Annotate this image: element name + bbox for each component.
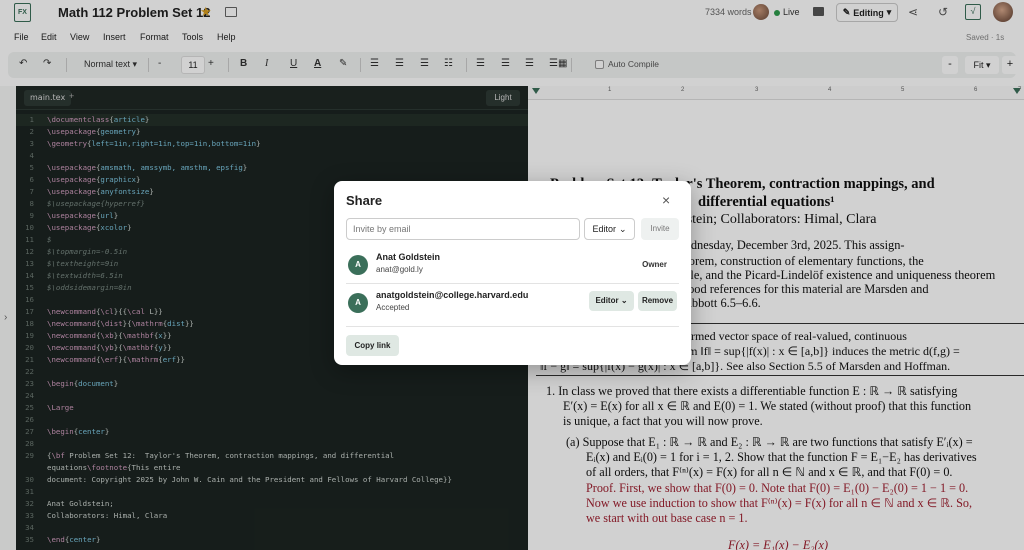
member-role-label: Editor — [595, 296, 619, 305]
member-email: anat@gold.ly — [376, 265, 423, 274]
invite-role-select[interactable]: Editor ⌄ — [584, 218, 635, 240]
chevron-down-icon: ⌄ — [618, 223, 627, 234]
close-icon[interactable]: × — [662, 192, 670, 208]
invite-role-label: Editor — [592, 224, 616, 234]
member-avatar: A — [348, 255, 368, 275]
copy-link-button[interactable]: Copy link — [346, 335, 399, 356]
share-dialog: Share × Editor ⌄ Invite A Anat Goldstein… — [334, 181, 691, 365]
remove-member-button[interactable]: Remove — [638, 291, 677, 311]
member-row-owner: A Anat Goldstein anat@gold.ly Owner — [346, 246, 679, 282]
member-role-select[interactable]: Editor ⌄ — [589, 291, 634, 311]
member-avatar: A — [348, 293, 368, 313]
row-divider — [346, 326, 679, 327]
member-name: anatgoldstein@college.harvard.edu — [376, 290, 529, 300]
invite-button[interactable]: Invite — [641, 218, 679, 240]
invite-email-input[interactable] — [346, 218, 580, 240]
member-role-owner: Owner — [642, 260, 667, 269]
chevron-down-icon: ⌄ — [620, 296, 628, 305]
member-status: Accepted — [376, 303, 410, 312]
member-name: Anat Goldstein — [376, 252, 441, 262]
share-dialog-title: Share — [346, 193, 383, 208]
